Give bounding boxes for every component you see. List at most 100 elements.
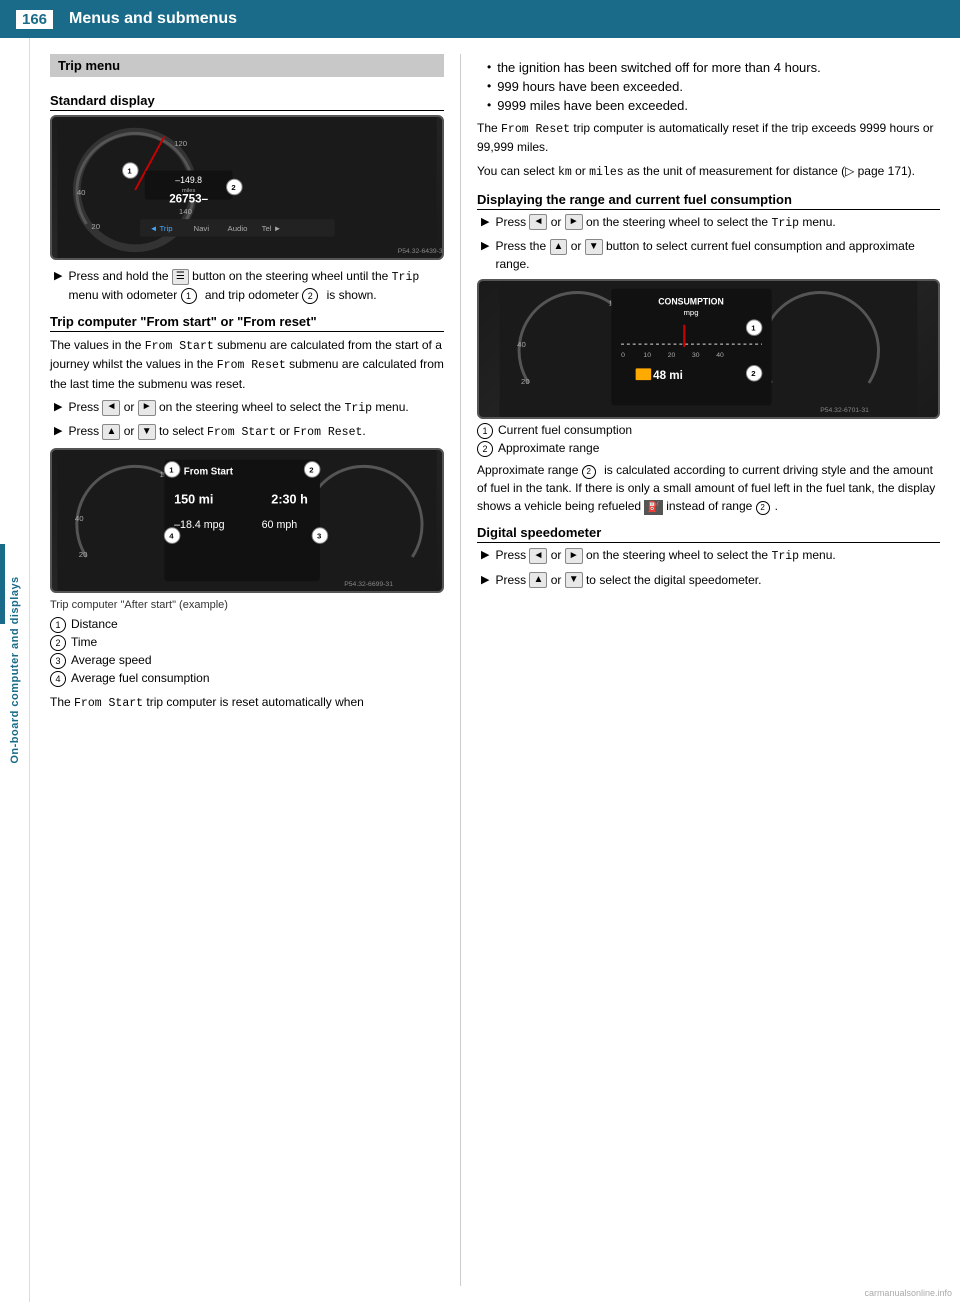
sidebar-accent bbox=[0, 544, 5, 624]
press-d1: ▶ Press ◄ or ► on the steering wheel to … bbox=[477, 547, 940, 566]
right-column: • the ignition has been switched off for… bbox=[460, 54, 960, 1286]
arrow-icon-r2: ▶ bbox=[481, 239, 489, 252]
down-button: ▼ bbox=[138, 424, 156, 440]
svg-text:0: 0 bbox=[621, 352, 625, 359]
legend-num-2: 2 bbox=[50, 635, 66, 651]
press-hold-item: ▶ Press and hold the ☰ button on the ste… bbox=[50, 268, 444, 304]
svg-text:40: 40 bbox=[517, 340, 526, 349]
trip-computer-desc: The values in the From Start submenu are… bbox=[50, 336, 444, 393]
right-button: ► bbox=[138, 400, 156, 416]
svg-text:2: 2 bbox=[751, 369, 756, 378]
legend-1: 1 Distance bbox=[50, 617, 444, 633]
up-button: ▲ bbox=[102, 424, 120, 440]
svg-text:–149.8: –149.8 bbox=[175, 175, 202, 185]
left-button: ◄ bbox=[102, 400, 120, 416]
display-range-title: Displaying the range and current fuel co… bbox=[477, 192, 940, 210]
svg-text:2: 2 bbox=[309, 465, 314, 474]
main-content: Trip menu Standard display bbox=[30, 38, 960, 1302]
svg-text:1: 1 bbox=[127, 166, 132, 175]
press-r2-text: Press the ▲ or ▼ button to select curren… bbox=[495, 238, 940, 273]
legend-num-3: 3 bbox=[50, 653, 66, 669]
legend-4: 4 Average fuel consumption bbox=[50, 671, 444, 687]
menu-button-icon: ☰ bbox=[172, 269, 189, 285]
arrow-icon-d1: ▶ bbox=[481, 548, 489, 561]
press-d1-text: Press ◄ or ► on the steering wheel to se… bbox=[495, 547, 835, 566]
left-column: Trip menu Standard display bbox=[30, 54, 460, 1286]
trip-computer-image: 20 40 120 1 From Start 2 150 mi bbox=[50, 448, 444, 593]
from-start-auto-reset-text: The From Start trip computer is reset au… bbox=[50, 693, 444, 712]
arrow-icon-3: ▶ bbox=[54, 424, 62, 437]
down-btn-r2: ▼ bbox=[585, 239, 603, 255]
svg-text:40: 40 bbox=[75, 514, 84, 523]
svg-text:P54.32-6701-31: P54.32-6701-31 bbox=[820, 407, 869, 414]
press-lr-text-1: Press ◄ or ► on the steering wheel to se… bbox=[68, 399, 408, 418]
legend-num-r2: 2 bbox=[477, 441, 493, 457]
svg-text:Tel ►: Tel ► bbox=[262, 224, 282, 233]
up-btn-d2: ▲ bbox=[529, 572, 547, 588]
press-lr-1: ▶ Press ◄ or ► on the steering wheel to … bbox=[50, 399, 444, 418]
dashboard-svg: 20 40 120 140 1 –149.8 miles 26753– bbox=[52, 117, 442, 258]
svg-text:–18.4 mpg: –18.4 mpg bbox=[174, 519, 225, 531]
consumption-image: 20 40 120 CONSUMPTION mpg 0 10 20 30 40 bbox=[477, 279, 940, 419]
press-d2-text: Press ▲ or ▼ to select the digital speed… bbox=[495, 572, 761, 589]
bullet-3: • 9999 miles have been exceeded. bbox=[477, 98, 940, 113]
svg-text:60 mph: 60 mph bbox=[262, 519, 298, 531]
bullet-1: • the ignition has been switched off for… bbox=[477, 60, 940, 75]
svg-text:150 mi: 150 mi bbox=[174, 493, 213, 507]
legend-num-4: 4 bbox=[50, 671, 66, 687]
svg-text:P54.32-6699-31: P54.32-6699-31 bbox=[344, 581, 393, 588]
legend-num-r1: 1 bbox=[477, 423, 493, 439]
legend-3: 3 Average speed bbox=[50, 653, 444, 669]
up-btn-r2: ▲ bbox=[550, 239, 568, 255]
svg-text:2:30 h: 2:30 h bbox=[271, 493, 308, 507]
svg-text:◄ Trip: ◄ Trip bbox=[150, 224, 173, 233]
legend-r2: 2 Approximate range bbox=[477, 441, 940, 457]
svg-text:Audio: Audio bbox=[228, 224, 248, 233]
legend-2: 2 Time bbox=[50, 635, 444, 651]
press-r1: ▶ Press ◄ or ► on the steering wheel to … bbox=[477, 214, 940, 233]
svg-text:1: 1 bbox=[169, 465, 174, 474]
standard-display-title: Standard display bbox=[50, 93, 444, 111]
sidebar: On-board computer and displays bbox=[0, 38, 30, 1302]
arrow-icon: ▶ bbox=[54, 269, 62, 282]
svg-text:From Start: From Start bbox=[184, 466, 234, 477]
svg-text:120: 120 bbox=[174, 139, 188, 148]
press-r1-text: Press ◄ or ► on the steering wheel to se… bbox=[495, 214, 835, 233]
page-layout: On-board computer and displays Trip menu… bbox=[0, 38, 960, 1302]
standard-display-image: 20 40 120 140 1 –149.8 miles 26753– bbox=[50, 115, 444, 260]
bullet-2: • 999 hours have been exceeded. bbox=[477, 79, 940, 94]
svg-text:2: 2 bbox=[231, 183, 236, 192]
digital-speedo-title: Digital speedometer bbox=[477, 525, 940, 543]
page-number: 166 bbox=[16, 10, 53, 29]
legend-num-1: 1 bbox=[50, 617, 66, 633]
svg-text:30: 30 bbox=[692, 352, 700, 359]
trip-svg: 20 40 120 1 From Start 2 150 mi bbox=[52, 450, 442, 591]
svg-text:20: 20 bbox=[521, 377, 530, 386]
left-btn-r1: ◄ bbox=[529, 214, 547, 230]
from-reset-auto-text: The From Reset trip computer is automati… bbox=[477, 119, 940, 156]
svg-text:1: 1 bbox=[751, 323, 756, 332]
approx-range-desc: Approximate range 2 is calculated accord… bbox=[477, 461, 940, 515]
svg-text:4: 4 bbox=[169, 532, 174, 541]
svg-text:3: 3 bbox=[317, 532, 322, 541]
svg-text:48 mi: 48 mi bbox=[653, 369, 683, 382]
arrow-icon-d2: ▶ bbox=[481, 573, 489, 586]
svg-text:40: 40 bbox=[77, 188, 86, 197]
bullet-icon-1: • bbox=[487, 60, 491, 74]
down-btn-d2: ▼ bbox=[565, 572, 583, 588]
press-ud-1: ▶ Press ▲ or ▼ to select From Start or F… bbox=[50, 423, 444, 442]
svg-text:P54.32-6439-31: P54.32-6439-31 bbox=[398, 248, 442, 255]
svg-text:140: 140 bbox=[179, 207, 193, 216]
svg-text:mpg: mpg bbox=[683, 308, 698, 317]
svg-text:Navi: Navi bbox=[194, 224, 210, 233]
press-hold-text: Press and hold the ☰ button on the steer… bbox=[68, 268, 444, 304]
press-d2: ▶ Press ▲ or ▼ to select the digital spe… bbox=[477, 572, 940, 589]
svg-text:20: 20 bbox=[91, 222, 100, 231]
press-ud-text-1: Press ▲ or ▼ to select From Start or Fro… bbox=[68, 423, 365, 442]
arrow-icon-2: ▶ bbox=[54, 400, 62, 413]
bullet-icon-3: • bbox=[487, 98, 491, 112]
page-title: Menus and submenus bbox=[69, 10, 237, 28]
svg-text:20: 20 bbox=[668, 352, 676, 359]
svg-text:40: 40 bbox=[716, 352, 724, 359]
svg-text:20: 20 bbox=[79, 550, 88, 559]
